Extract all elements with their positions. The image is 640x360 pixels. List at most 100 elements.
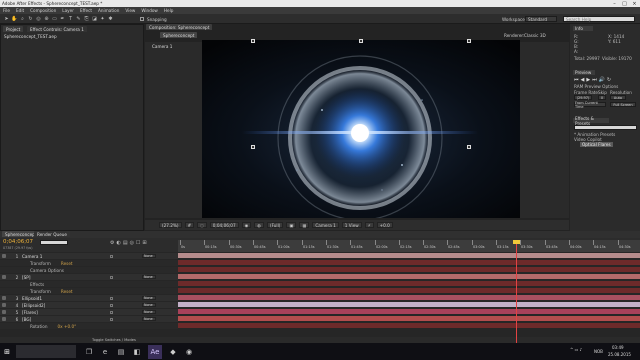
task-view-icon[interactable]: ❐	[82, 345, 96, 359]
parent-select[interactable]: None	[142, 310, 156, 314]
effect-controls-tab[interactable]: Effect Controls: Camera 1	[27, 26, 87, 32]
property-track[interactable]	[178, 267, 640, 272]
layer-row[interactable]: 6 [BG] None	[0, 316, 640, 322]
workspace-select[interactable]: Standard	[525, 16, 557, 22]
view-layout-select[interactable]: 1 View	[341, 222, 362, 228]
property-row[interactable]: Transform Reset	[0, 288, 640, 294]
exposure-value[interactable]: +0.0	[376, 222, 393, 228]
puppet-tool-icon[interactable]: ✱	[107, 16, 114, 22]
eraser-tool-icon[interactable]: ◪	[91, 16, 98, 22]
clock-time[interactable]: 03:49	[612, 345, 624, 350]
renderer-value[interactable]: Classic 3D	[524, 33, 546, 38]
info-tab[interactable]: Info	[573, 26, 593, 31]
property-row[interactable]: Camera Options	[0, 267, 640, 273]
visibility-eye-icon[interactable]	[2, 303, 6, 307]
mask-icon[interactable]: ◌	[197, 222, 207, 228]
property-name[interactable]: Camera Options	[30, 268, 64, 273]
composition-canvas[interactable]	[202, 40, 520, 218]
time-ruler[interactable]: 0s 00:15s 00:30s 00:45s 01:00s 01:15s 01:30s 01…	[178, 240, 640, 252]
menu-edit[interactable]: Edit	[16, 8, 24, 13]
channel-icon[interactable]: ◍	[254, 222, 264, 228]
layer-name[interactable]: [SP]	[22, 275, 30, 280]
type-tool-icon[interactable]: T	[67, 16, 74, 22]
property-name[interactable]: Transform	[30, 261, 51, 266]
bounding-handle[interactable]	[467, 145, 471, 149]
visibility-eye-icon[interactable]	[2, 254, 6, 258]
layer-row[interactable]: 1 Camera 1 None	[0, 253, 640, 259]
layer-duration-bar[interactable]	[178, 316, 640, 321]
menu-view[interactable]: View	[125, 8, 135, 13]
layer-row[interactable]: 3 Ellipsoid1 None	[0, 295, 640, 301]
taskbar-search-box[interactable]	[16, 345, 76, 358]
layer-row[interactable]: 5 [Flares] None	[0, 309, 640, 315]
current-time-indicator[interactable]	[516, 240, 517, 343]
brush-tool-icon[interactable]: ✎	[75, 16, 82, 22]
property-row[interactable]: Effects	[0, 281, 640, 287]
composition-subtab[interactable]: Sphereconcept	[160, 32, 198, 38]
transparency-grid-icon[interactable]: ▦	[299, 222, 310, 228]
property-value[interactable]: Reset	[61, 289, 73, 294]
project-tab[interactable]: Project	[3, 26, 24, 32]
property-value[interactable]: 0x +0.0°	[58, 324, 77, 329]
property-track[interactable]	[178, 281, 640, 286]
store-icon[interactable]: ◧	[130, 345, 144, 359]
layer-switch-icon[interactable]	[110, 296, 113, 300]
rectangle-tool-icon[interactable]: ▭	[51, 16, 58, 22]
roto-brush-tool-icon[interactable]: ✦	[99, 16, 106, 22]
property-track[interactable]	[178, 260, 640, 265]
layer-search-input[interactable]	[40, 240, 68, 245]
bounding-handle[interactable]	[251, 39, 255, 43]
ram-preview-options[interactable]: RAM Preview Options	[574, 84, 618, 89]
frame-rate-select[interactable]: (29.97)	[574, 95, 592, 100]
full-screen-checkbox[interactable]: Full Screen	[610, 102, 636, 107]
layer-duration-bar[interactable]	[178, 295, 640, 300]
effects-presets-tab[interactable]: Effects & Presets	[573, 116, 609, 126]
layer-duration-bar[interactable]	[178, 309, 640, 314]
layer-switch-icon[interactable]	[110, 317, 113, 321]
menu-animation[interactable]: Animation	[98, 8, 119, 13]
current-time-display[interactable]: 0;04;06;07	[209, 222, 239, 228]
layer-name[interactable]: [Flares]	[22, 310, 38, 315]
property-name[interactable]: Rotation	[30, 324, 48, 329]
system-tray-icons[interactable]: ^ ▭ ♪	[570, 347, 582, 352]
parent-select[interactable]: None	[142, 303, 156, 307]
timeline-switches-icon[interactable]: ⚙◐▤◎☐⊞	[110, 240, 149, 246]
property-track[interactable]	[178, 288, 640, 293]
layer-switch-icon[interactable]	[110, 254, 113, 258]
resolution-select[interactable]: (Full)	[266, 222, 284, 228]
current-time-indicator-head[interactable]	[513, 240, 520, 244]
parent-select[interactable]: None	[142, 275, 156, 279]
property-value[interactable]: Reset	[61, 261, 73, 266]
menu-window[interactable]: Window	[141, 8, 158, 13]
rotate-tool-icon[interactable]: ↻	[27, 16, 34, 22]
composition-tab[interactable]: Composition: Sphereconcept	[146, 24, 213, 30]
bounding-handle[interactable]	[251, 145, 255, 149]
layer-name[interactable]: Ellipsoid1	[22, 296, 42, 301]
hand-tool-icon[interactable]: ✋	[11, 16, 18, 22]
visibility-eye-icon[interactable]	[2, 310, 6, 314]
visibility-eye-icon[interactable]	[2, 317, 6, 321]
snapping-checkbox[interactable]	[140, 17, 144, 21]
magnification-select[interactable]: (27.2%)	[159, 222, 182, 228]
region-icon[interactable]: ▣	[286, 222, 297, 228]
layer-duration-bar[interactable]	[178, 253, 640, 258]
resolution-select[interactable]: Auto	[610, 95, 626, 100]
clock-date[interactable]: 25.08.2015	[608, 352, 631, 357]
taskbar-app-icon[interactable]: ◆	[166, 345, 180, 359]
visibility-eye-icon[interactable]	[2, 296, 6, 300]
render-queue-tab[interactable]: Render Queue	[34, 231, 70, 237]
property-name[interactable]: Transform	[30, 289, 51, 294]
layer-name[interactable]: [BG]	[22, 317, 31, 322]
after-effects-icon[interactable]: Ae	[148, 344, 162, 359]
pan-behind-tool-icon[interactable]: ⊕	[43, 16, 50, 22]
property-name[interactable]: Effects	[30, 282, 44, 287]
layer-switch-icon[interactable]	[110, 275, 113, 279]
layer-row[interactable]: 2 [SP] None	[0, 274, 640, 280]
menu-file[interactable]: File	[3, 8, 10, 13]
selection-tool-icon[interactable]: ➤	[3, 16, 10, 22]
start-icon[interactable]: ⊞	[0, 345, 14, 359]
file-explorer-icon[interactable]: ▤	[114, 345, 128, 359]
effects-search-input[interactable]	[574, 125, 637, 130]
layer-row[interactable]: 4 [Ellipsoid2] None	[0, 302, 640, 308]
playback-controls-icon[interactable]: ⏮◀▶⏭🔊↻	[574, 77, 613, 83]
